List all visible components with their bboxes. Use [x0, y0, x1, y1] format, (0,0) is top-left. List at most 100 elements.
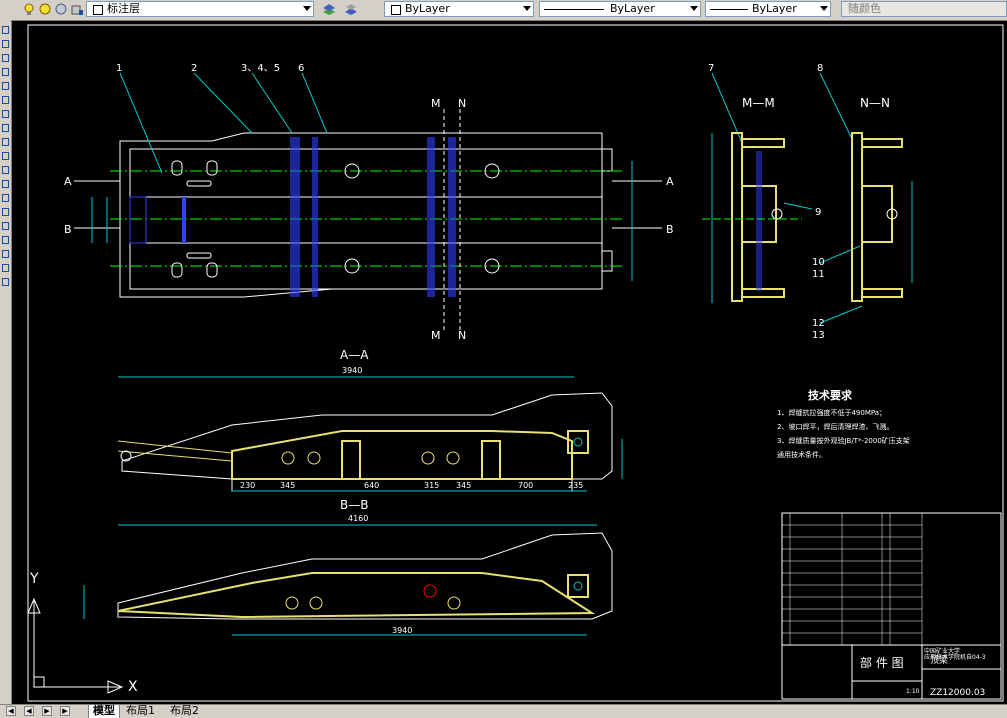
- callout-3-4-5: 3、4、5: [241, 63, 280, 74]
- linetype-value: ByLayer: [610, 2, 655, 15]
- gradient-tool-icon[interactable]: [2, 236, 9, 244]
- title-block-drawing-no: ZZ12000.03: [930, 688, 985, 698]
- title-block-scale: 1:10: [906, 688, 920, 695]
- section-title-mm: M—M: [742, 96, 775, 110]
- bill-of-materials: [781, 512, 1002, 700]
- freeze-viewport-icon[interactable]: [54, 2, 68, 16]
- cut-label-n-top: N: [458, 97, 466, 110]
- region-tool-icon[interactable]: [2, 250, 9, 258]
- layout-tabs-bar: ◀ ◀ ▶ ▶ 模型 布局1 布局2: [0, 704, 1007, 718]
- cut-label-a-right: A: [666, 175, 674, 188]
- lineweight-dropdown[interactable]: ByLayer: [705, 1, 831, 17]
- table-tool-icon[interactable]: [2, 264, 9, 272]
- dim-aa-230: 230: [240, 481, 255, 490]
- callout-8: 8: [817, 63, 823, 74]
- lineweight-value: ByLayer: [752, 2, 797, 15]
- ellipse-tool-icon[interactable]: [2, 152, 9, 160]
- section-mm-view: [702, 132, 802, 303]
- insert-block-icon[interactable]: [2, 180, 9, 188]
- dim-aa-700: 700: [518, 481, 533, 490]
- callout-13: 13: [812, 330, 825, 341]
- color-dropdown[interactable]: ByLayer: [384, 1, 534, 17]
- cut-label-b-left: B: [64, 223, 72, 236]
- dim-aa-total: 3940: [342, 366, 362, 375]
- color-value: ByLayer: [405, 2, 450, 15]
- draw-toolbar: [0, 20, 12, 704]
- tech-requirements-title: 技术要求: [808, 388, 853, 402]
- section-nn-view: [851, 132, 913, 302]
- dim-aa-640: 640: [364, 481, 379, 490]
- dim-aa-345-b: 345: [456, 481, 471, 490]
- construction-line-icon[interactable]: [2, 40, 9, 48]
- lineweight-line-sample: [710, 9, 748, 10]
- hatch-tool-icon[interactable]: [2, 222, 9, 230]
- rectangle-tool-icon[interactable]: [2, 82, 9, 90]
- tab-layout2[interactable]: 布局2: [166, 705, 203, 718]
- section-aa-view: [117, 376, 623, 492]
- layer-dropdown[interactable]: 标注层: [86, 1, 314, 17]
- dim-bb-total: 4160: [348, 514, 368, 523]
- chevron-down-icon: [820, 6, 828, 11]
- layer-color-swatch: [93, 5, 103, 15]
- prev-tab-button[interactable]: ◀: [24, 706, 34, 716]
- dim-aa-315: 315: [424, 481, 439, 490]
- lock-icon[interactable]: [70, 2, 84, 16]
- callout-11: 11: [812, 269, 825, 280]
- plotstyle-dropdown[interactable]: 随颜色: [841, 1, 1007, 17]
- section-title-aa: A—A: [340, 348, 369, 362]
- ucs-icon: [27, 597, 124, 694]
- chevron-down-icon: [303, 6, 311, 11]
- callout-6: 6: [298, 63, 304, 74]
- properties-toolbar: 标注层 ByLayer ByLayer ByLayer 随颜色: [0, 0, 1007, 21]
- arc-tool-icon[interactable]: [2, 96, 9, 104]
- line-tool-icon[interactable]: [2, 26, 9, 34]
- revision-cloud-icon[interactable]: [2, 124, 9, 132]
- section-title-bb: B—B: [340, 498, 368, 512]
- first-tab-button[interactable]: ◀: [6, 706, 16, 716]
- callout-1: 1: [116, 63, 122, 74]
- next-tab-button[interactable]: ▶: [42, 706, 52, 716]
- ellipse-arc-icon[interactable]: [2, 166, 9, 174]
- polygon-tool-icon[interactable]: [2, 68, 9, 76]
- title-block-school-2: 应用技术学院机自04-3: [924, 653, 986, 661]
- tech-note-4: 通用技术条件。: [777, 450, 826, 459]
- chevron-down-icon: [523, 6, 531, 11]
- cut-label-n-bottom: N: [458, 329, 466, 342]
- cut-label-a-left: A: [64, 175, 72, 188]
- tab-layout1[interactable]: 布局1: [122, 705, 159, 718]
- callout-12: 12: [812, 318, 825, 329]
- layer-previous-icon[interactable]: [344, 2, 358, 16]
- dim-bb-bottom: 3940: [392, 626, 412, 635]
- callout-2: 2: [191, 63, 197, 74]
- title-block-title: 部 件 图: [860, 655, 904, 670]
- plan-view: M N M N A B A B: [64, 97, 674, 342]
- callout-leaders: [119, 72, 863, 324]
- tech-note-3: 3、焊缝质量按外观验JB/T*-2000矿压支架: [777, 436, 910, 445]
- last-tab-button[interactable]: ▶: [60, 706, 70, 716]
- mtext-tool-icon[interactable]: [2, 278, 9, 286]
- ucs-x-label: X: [128, 679, 138, 695]
- spline-tool-icon[interactable]: [2, 138, 9, 146]
- ucs-y-label: Y: [29, 571, 39, 587]
- section-bb-view: [83, 524, 613, 636]
- sun-icon[interactable]: [38, 2, 52, 16]
- linetype-dropdown[interactable]: ByLayer: [539, 1, 701, 17]
- chevron-down-icon: [690, 6, 698, 11]
- linetype-line-sample: [544, 9, 604, 10]
- circle-tool-icon[interactable]: [2, 110, 9, 118]
- cut-label-m-bottom: M: [431, 329, 441, 342]
- dim-aa-235: 235: [568, 481, 583, 490]
- polyline-tool-icon[interactable]: [2, 54, 9, 62]
- drawing-canvas[interactable]: M N M N A B A B 1 2 3、4、5 6 7 8 9 10 11 …: [12, 21, 1007, 704]
- cut-label-b-right: B: [666, 223, 674, 236]
- point-tool-icon[interactable]: [2, 208, 9, 216]
- lightbulb-icon[interactable]: [22, 2, 36, 16]
- tech-note-2: 2、坡口焊平，焊后清理焊渣、飞溅。: [777, 422, 893, 431]
- section-title-nn: N—N: [860, 96, 890, 110]
- color-swatch: [391, 5, 401, 15]
- cut-label-m-top: M: [431, 97, 441, 110]
- tab-model[interactable]: 模型: [88, 705, 120, 718]
- make-block-icon[interactable]: [2, 194, 9, 202]
- make-layer-current-icon[interactable]: [322, 2, 336, 16]
- callout-9: 9: [815, 207, 821, 218]
